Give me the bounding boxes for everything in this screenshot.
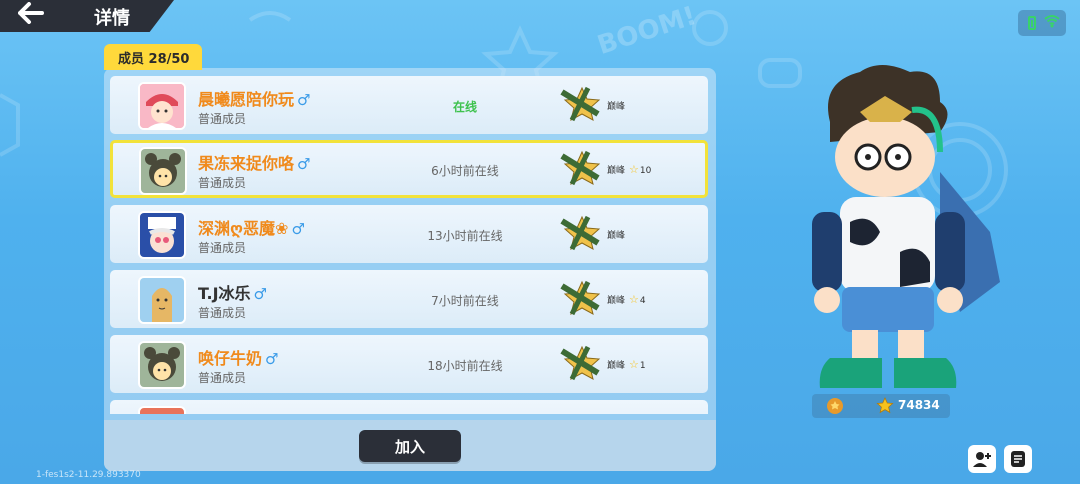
- online-status: 6小时前在线: [431, 164, 499, 178]
- rank-label: 巅峰 ☆10: [607, 163, 652, 176]
- avatar: [138, 82, 186, 130]
- rank-label: 巅峰 ☆4: [607, 293, 646, 306]
- online-status: 13小时前在线: [427, 229, 503, 243]
- online-status: 在线: [452, 100, 477, 114]
- member-name: 果冻来捉你咯 ♂: [198, 154, 311, 173]
- male-icon: ♂: [297, 155, 311, 173]
- device-status: [1018, 10, 1066, 36]
- member-role: 普通成员: [198, 371, 247, 385]
- version-label: 1-fes1s2-11.29.893370: [36, 470, 141, 480]
- avatar: [138, 341, 186, 389]
- member-row[interactable]: 深渊ღ恶魔❀ ♂ 普通成员 13小时前在线 巅峰: [110, 205, 708, 263]
- star-trophy-icon: [876, 397, 894, 414]
- member-row-selected[interactable]: 果冻来捉你咯 ♂ 普通成员 6小时前在线 巅峰 ☆10: [110, 140, 708, 198]
- avatar: [138, 406, 186, 414]
- rank-label: 巅峰 ☆1: [607, 358, 646, 371]
- male-icon: ♂: [253, 285, 267, 303]
- battery-icon: [1028, 16, 1036, 30]
- online-status: 7小时前在线: [431, 294, 499, 308]
- back-arrow-icon: [18, 2, 44, 24]
- avatar: [139, 147, 187, 195]
- avatar: [138, 211, 186, 259]
- rank-label: 巅峰: [607, 231, 626, 241]
- online-status: 18小时前在线: [427, 359, 503, 373]
- male-icon: ♂: [297, 91, 311, 109]
- add-friend-icon: [973, 452, 991, 467]
- member-row-partial[interactable]: [110, 400, 708, 414]
- rank-badge-icon: [560, 215, 601, 251]
- member-row[interactable]: T.J冰乐 ♂ 普通成员 7小时前在线 巅峰 ☆4: [110, 270, 708, 328]
- member-role: 普通成员: [198, 176, 247, 190]
- top-bar: 详情: [0, 0, 174, 32]
- member-role: 普通成员: [198, 306, 247, 320]
- male-icon: ♂: [291, 220, 305, 238]
- member-name: 唤仔牛奶 ♂: [198, 349, 279, 368]
- avatar: [138, 276, 186, 324]
- rank-stars: 10: [639, 166, 652, 176]
- male-icon: ♂: [265, 350, 279, 368]
- rank-badge-icon: [560, 345, 601, 381]
- rank-badge-icon: [560, 150, 601, 186]
- member-name: 晨曦愿陪你玩 ♂: [198, 90, 311, 109]
- player-character: [812, 65, 1000, 388]
- join-button[interactable]: 加入: [359, 430, 461, 462]
- add-friend-button[interactable]: [968, 445, 996, 473]
- rank-label: 巅峰: [607, 102, 626, 112]
- member-name: 深渊ღ恶魔❀ ♂: [198, 219, 305, 238]
- page-title: 详情: [94, 8, 130, 29]
- info-button[interactable]: [1004, 445, 1032, 473]
- member-role: 普通成员: [198, 112, 247, 126]
- rank-stars: 4: [639, 296, 646, 306]
- member-role: 普通成员: [198, 241, 247, 255]
- rank-stars: 1: [639, 361, 646, 371]
- members-tab[interactable]: 成员 28/50: [104, 44, 202, 70]
- member-list[interactable]: 晨曦愿陪你玩 ♂ 普通成员 在线 巅峰 果冻来捉你咯 ♂ 普通成员 6小时前在线 巅…: [110, 74, 710, 414]
- back-button[interactable]: [14, 2, 48, 30]
- member-name: T.J冰乐 ♂: [198, 284, 267, 303]
- member-row[interactable]: 晨曦愿陪你玩 ♂ 普通成员 在线 巅峰: [110, 76, 708, 134]
- character-stats: 74834: [812, 394, 950, 418]
- star-icon: ☆: [629, 293, 639, 306]
- rank-badge-icon: [560, 280, 601, 316]
- score-value: 74834: [898, 398, 940, 412]
- wifi-icon: [1044, 14, 1060, 32]
- document-icon: [1011, 451, 1025, 467]
- rank-badge-icon: [560, 86, 601, 122]
- star-icon: ☆: [629, 358, 639, 371]
- medal-icon: [827, 398, 843, 414]
- star-icon: ☆: [629, 163, 639, 176]
- member-row[interactable]: 唤仔牛奶 ♂ 普通成员 18小时前在线 巅峰 ☆1: [110, 335, 708, 393]
